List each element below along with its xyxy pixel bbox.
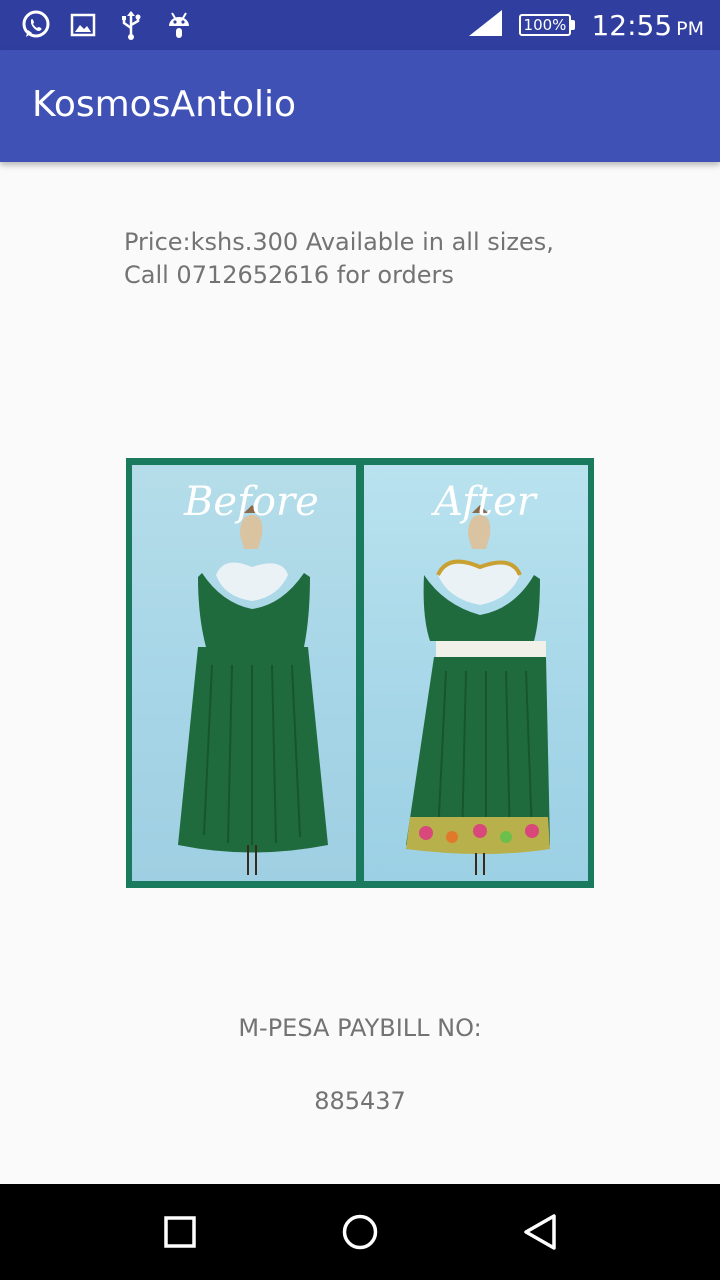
status-bar: 100% 12:55 PM bbox=[0, 0, 720, 50]
circle-icon bbox=[342, 1214, 378, 1250]
after-label: After bbox=[434, 479, 536, 525]
content: Price:kshs.300 Available in all sizes, C… bbox=[0, 162, 720, 1184]
clock: 12:55 PM bbox=[591, 9, 704, 42]
battery-level: 100% bbox=[523, 16, 567, 34]
clock-ampm: PM bbox=[676, 17, 704, 40]
mpesa-number: 885437 bbox=[314, 1087, 406, 1115]
back-button[interactable] bbox=[516, 1208, 564, 1256]
status-right: 100% 12:55 PM bbox=[467, 0, 704, 50]
app-title: KosmosAntolio bbox=[32, 84, 297, 125]
app-bar: KosmosAntolio bbox=[0, 50, 720, 162]
square-icon bbox=[164, 1216, 196, 1248]
triangle-icon bbox=[524, 1214, 556, 1250]
usb-icon bbox=[114, 8, 148, 42]
whatsapp-icon bbox=[19, 8, 53, 42]
signal-icon bbox=[467, 9, 503, 41]
product-image: Before After bbox=[126, 458, 594, 888]
recents-button[interactable] bbox=[156, 1208, 204, 1256]
before-label: Before bbox=[184, 479, 319, 525]
image-icon bbox=[66, 8, 100, 42]
after-panel: After bbox=[364, 465, 588, 881]
android-icon bbox=[162, 8, 196, 42]
nav-bar bbox=[0, 1184, 720, 1280]
before-panel: Before bbox=[132, 465, 356, 881]
mpesa-label: M-PESA PAYBILL NO: bbox=[238, 1014, 482, 1042]
product-description: Price:kshs.300 Available in all sizes, C… bbox=[124, 228, 554, 289]
clock-time: 12:55 bbox=[591, 8, 673, 42]
battery-icon: 100% bbox=[518, 14, 576, 36]
home-button[interactable] bbox=[336, 1208, 384, 1256]
